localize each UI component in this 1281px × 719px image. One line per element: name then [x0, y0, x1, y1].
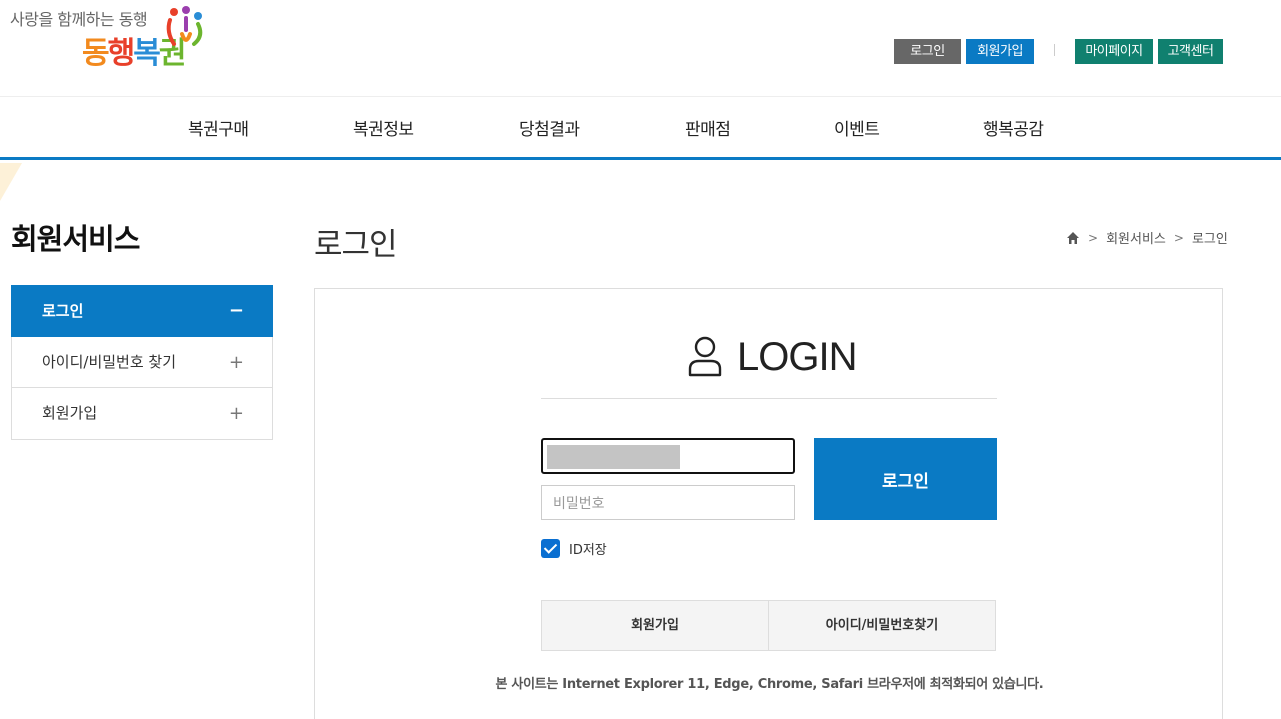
nav-item-buy[interactable]: 복권구매	[188, 115, 249, 140]
header-mypage-button[interactable]: 마이페이지	[1075, 39, 1153, 64]
login-submit-button[interactable]: 로그인	[814, 438, 997, 520]
nav-item-info[interactable]: 복권정보	[353, 115, 414, 140]
save-id-label[interactable]: ID저장	[569, 539, 607, 558]
nav-item-stores[interactable]: 판매점	[685, 115, 731, 140]
site-header: 사랑을 함께하는 동행 동행복권 로그인 회원가입 마이페이지 고객센터	[0, 0, 1281, 96]
browser-support-note: 본 사이트는 Internet Explorer 11, Edge, Chrom…	[495, 677, 1044, 692]
join-link-button[interactable]: 회원가입	[542, 601, 768, 650]
header-join-button[interactable]: 회원가입	[966, 39, 1034, 64]
save-id-option: ID저장	[541, 539, 607, 558]
breadcrumb: > 회원서비스 > 로그인	[1066, 228, 1228, 247]
breadcrumb-item-current: 로그인	[1191, 232, 1228, 247]
login-heading: LOGIN	[737, 335, 857, 379]
header-customer-center-button[interactable]: 고객센터	[1158, 39, 1223, 64]
sidebar-item-find-account[interactable]: 아이디/비밀번호 찾기 +	[12, 337, 272, 388]
sidebar-menu: 로그인 − 아이디/비밀번호 찾기 + 회원가입 +	[11, 285, 273, 440]
page-title: 로그인	[314, 227, 398, 263]
collapse-icon: −	[228, 300, 244, 321]
expand-icon: +	[228, 352, 244, 373]
login-panel: LOGIN 로그인 ID저장 회원가입 아이디/비밀번호찾기 본 사이트는 In…	[314, 288, 1223, 719]
sidebar-item-label: 아이디/비밀번호 찾기	[42, 353, 177, 371]
site-logo[interactable]: 사랑을 함께하는 동행 동행복권	[10, 4, 210, 84]
find-account-link-button[interactable]: 아이디/비밀번호찾기	[768, 601, 995, 650]
decorative-corner	[0, 163, 22, 201]
breadcrumb-item[interactable]: 회원서비스	[1106, 228, 1166, 247]
header-login-button[interactable]: 로그인	[894, 39, 961, 64]
user-icon	[688, 336, 722, 377]
password-input[interactable]	[541, 485, 795, 520]
user-id-input[interactable]	[541, 438, 795, 474]
sidebar-title: 회원서비스	[11, 222, 140, 256]
main-nav: 복권구매 복권정보 당첨결과 판매점 이벤트 행복공감	[0, 96, 1281, 160]
nav-item-results[interactable]: 당첨결과	[519, 115, 580, 140]
expand-icon: +	[228, 403, 244, 424]
chevron-right-icon: >	[1088, 230, 1099, 245]
chevron-right-icon: >	[1173, 230, 1184, 245]
logo-tagline: 사랑을 함께하는 동행	[10, 10, 148, 29]
account-links: 회원가입 아이디/비밀번호찾기	[541, 600, 996, 651]
header-divider	[1054, 44, 1055, 56]
sidebar-item-label: 회원가입	[42, 404, 98, 422]
sidebar-item-join[interactable]: 회원가입 +	[12, 388, 272, 439]
home-icon[interactable]	[1066, 231, 1080, 245]
login-header: LOGIN	[541, 289, 997, 399]
sidebar-item-label: 로그인	[42, 302, 84, 320]
save-id-checkbox[interactable]	[541, 539, 560, 558]
nav-item-events[interactable]: 이벤트	[834, 115, 880, 140]
sidebar-item-login[interactable]: 로그인 −	[11, 285, 273, 337]
logo-people-icon	[166, 6, 203, 46]
nav-item-happiness[interactable]: 행복공감	[983, 115, 1044, 140]
